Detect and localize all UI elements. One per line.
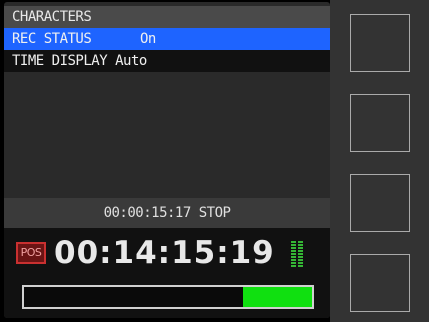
level-segment bbox=[291, 259, 296, 261]
pos-badge: POS bbox=[16, 242, 46, 264]
level-segment bbox=[291, 244, 296, 246]
level-meter-right bbox=[298, 239, 303, 267]
soft-key-4[interactable] bbox=[350, 254, 410, 312]
level-segment bbox=[298, 256, 303, 258]
level-segment bbox=[291, 256, 296, 258]
level-meter-left bbox=[291, 239, 296, 267]
progress-bar bbox=[22, 285, 314, 309]
device-screen: CHARACTERS REC STATUS On TIME DISPLAY Aut… bbox=[0, 0, 429, 322]
level-segment bbox=[298, 253, 303, 255]
menu-item-value: On bbox=[140, 31, 156, 47]
menu-item-label: TIME DISPLAY bbox=[12, 53, 108, 69]
level-segment bbox=[298, 259, 303, 261]
level-segment bbox=[298, 247, 303, 249]
level-meter bbox=[291, 239, 309, 267]
menu-list: REC STATUS On TIME DISPLAY Auto bbox=[4, 28, 330, 72]
level-segment bbox=[298, 244, 303, 246]
level-segment bbox=[298, 262, 303, 264]
level-segment bbox=[291, 250, 296, 252]
soft-key-2[interactable] bbox=[350, 94, 410, 152]
menu-title: CHARACTERS bbox=[4, 6, 330, 28]
soft-key-3[interactable] bbox=[350, 174, 410, 232]
level-segment bbox=[291, 241, 296, 243]
transport-area: POS 00:14:15:19 bbox=[4, 228, 330, 318]
menu-item-label: REC STATUS bbox=[12, 31, 92, 47]
level-segment bbox=[298, 241, 303, 243]
level-segment bbox=[291, 247, 296, 249]
level-segment bbox=[291, 265, 296, 267]
menu-item-value: Auto bbox=[115, 53, 147, 69]
soft-key-1[interactable] bbox=[350, 14, 410, 72]
progress-fill bbox=[242, 287, 312, 307]
timecode-display: 00:14:15:19 bbox=[54, 235, 275, 271]
level-segment bbox=[291, 253, 296, 255]
status-readout: 00:00:15:17 STOP bbox=[4, 198, 330, 228]
menu-item-time-display[interactable]: TIME DISPLAY Auto bbox=[4, 50, 330, 72]
level-segment bbox=[298, 250, 303, 252]
main-display: CHARACTERS REC STATUS On TIME DISPLAY Aut… bbox=[4, 2, 330, 318]
level-segment bbox=[298, 265, 303, 267]
soft-key-panel bbox=[330, 0, 429, 322]
level-segment bbox=[291, 262, 296, 264]
menu-item-rec-status[interactable]: REC STATUS On bbox=[4, 28, 330, 50]
